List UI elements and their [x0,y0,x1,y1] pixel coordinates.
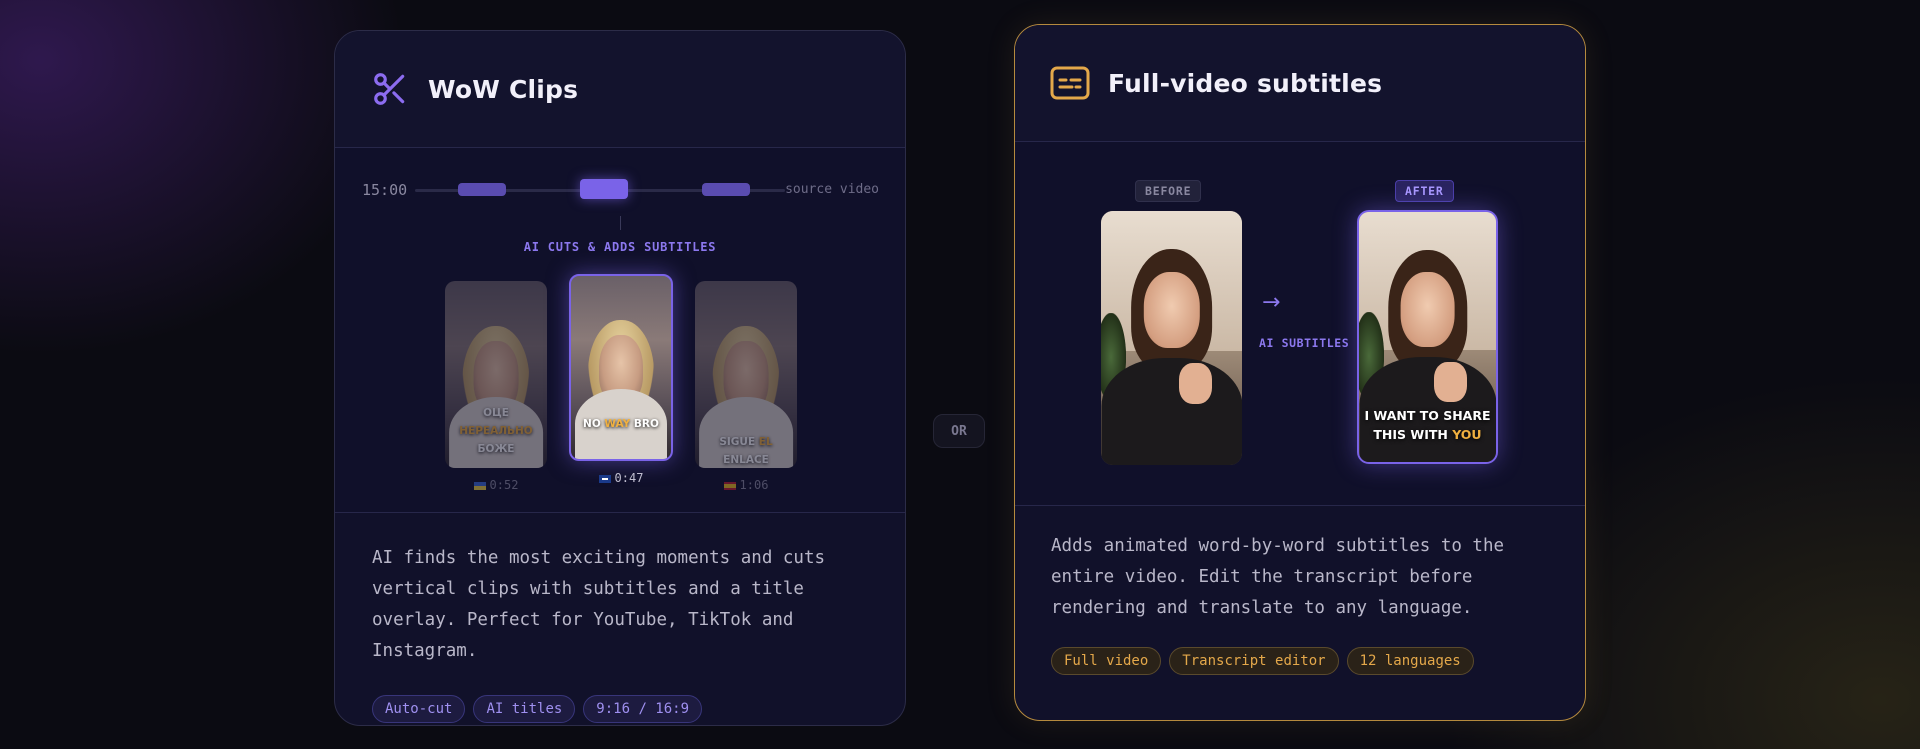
clip-caption: ОЦЕ НЕРЕАЛЬНО БОЖЕ [459,407,533,455]
or-divider-badge: OR [933,414,985,448]
wow-clips-preview: 15:00 source video AI CUTS & ADDS SUBTIT… [335,148,905,513]
uk-flag-icon [598,474,611,483]
before-video-preview[interactable] [1101,211,1242,465]
subtitles-title: Full-video subtitles [1108,68,1383,98]
after-video-preview[interactable]: I WANT TO SHARE THIS WITH YOU [1357,210,1498,464]
scissors-icon [370,69,410,109]
clip-thumbnail-selected[interactable]: NO WAY BRO [569,274,673,461]
clip-caption: NO WAY BRO [583,418,659,430]
wow-clips-header: WoW Clips [335,31,905,148]
tag-languages[interactable]: 12 languages [1346,647,1474,675]
timeline-segment[interactable] [458,183,506,196]
after-caption: I WANT TO SHARE THIS WITH YOU [1364,408,1491,442]
ukraine-flag-icon [473,481,486,490]
subtitles-description: Adds animated word-by-word subtitles to … [1051,536,1505,618]
timeline-segment-active[interactable] [580,179,628,199]
subtitles-tags: Full video Transcript editor 12 language… [1051,647,1549,675]
subtitles-icon [1050,63,1090,103]
clip-duration-label: 0:47 [569,471,673,485]
clip-caption: SIGUE EL ENLACE [719,436,773,466]
before-label: BEFORE [1135,180,1202,202]
tag-aspect-ratio[interactable]: 9:16 / 16:9 [583,695,703,723]
tag-full-video[interactable]: Full video [1051,647,1162,675]
tag-auto-cut[interactable]: Auto-cut [372,695,466,723]
wow-clips-footer: AI finds the most exciting moments and c… [335,513,905,723]
wow-clips-title: WoW Clips [428,74,579,104]
clip-thumbnail[interactable]: SIGUE EL ENLACE [695,281,797,468]
timeline-segment[interactable] [702,183,750,196]
tag-ai-titles[interactable]: AI titles [473,695,576,723]
wow-clips-tags: Auto-cut AI titles 9:16 / 16:9 [372,695,869,723]
wow-clips-description: AI finds the most exciting moments and c… [372,548,826,661]
tag-transcript-editor[interactable]: Transcript editor [1169,647,1339,675]
timeline-source-label: source video [785,182,879,197]
timeline-duration: 15:00 [362,181,408,199]
wow-clips-card[interactable]: WoW Clips 15:00 source video AI CUTS & A… [334,30,906,726]
subtitles-footer: Adds animated word-by-word subtitles to … [1015,506,1585,675]
after-label: AFTER [1395,180,1454,202]
clip-duration-label: 1:06 [695,478,797,492]
ai-subtitles-label: AI SUBTITLES [1259,336,1350,350]
clip-thumbnail[interactable]: ОЦЕ НЕРЕАЛЬНО БОЖЕ [445,281,547,468]
spain-flag-icon [723,481,736,490]
subtitles-preview: BEFORE AFTER → AI SUBTITLES I WANT TO SH… [1015,142,1585,506]
subtitles-header: Full-video subtitles [1015,25,1585,142]
clip-duration-label: 0:52 [445,478,547,492]
arrow-right-icon: → [1262,290,1281,315]
timeline-connector [620,216,621,230]
full-video-subtitles-card[interactable]: Full-video subtitles BEFORE AFTER → AI S… [1014,24,1586,721]
ai-cuts-label: AI CUTS & ADDS SUBTITLES [523,240,717,254]
